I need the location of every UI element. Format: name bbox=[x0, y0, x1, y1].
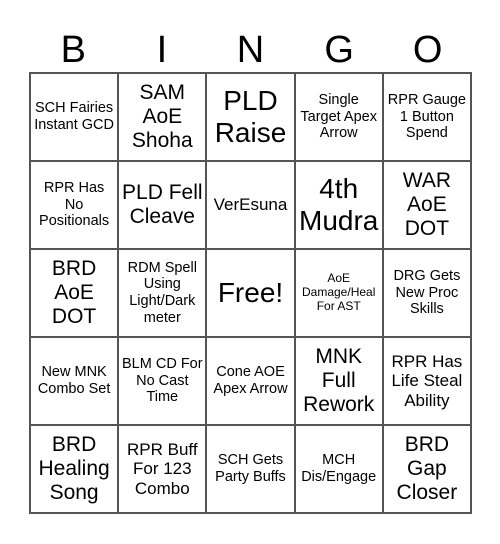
bingo-cell-text: 4th Mudra bbox=[299, 172, 379, 236]
bingo-cell-text: New MNK Combo Set bbox=[37, 364, 111, 397]
bingo-cell[interactable]: BRD AoE DOT bbox=[30, 249, 119, 337]
bingo-cell-text: MNK Full Rework bbox=[303, 344, 375, 417]
header-letter-b: B bbox=[60, 29, 86, 71]
bingo-cell[interactable]: PLD Fell Cleave bbox=[118, 161, 207, 249]
bingo-cell[interactable]: SCH Fairies Instant GCD bbox=[30, 73, 119, 161]
bingo-cell-text: RPR Has Life Steal Ability bbox=[391, 351, 463, 410]
bingo-cell-text: BLM CD For No Cast Time bbox=[122, 355, 203, 406]
bingo-cell[interactable]: BRD Healing Song bbox=[30, 425, 119, 513]
bingo-cell[interactable]: SAM AoE Shoha bbox=[118, 73, 207, 161]
bingo-cell-text: VerEsuna bbox=[213, 195, 288, 215]
bingo-cell-text: RPR Buff For 123 Combo bbox=[127, 439, 198, 498]
bingo-cell-text: Single Target Apex Arrow bbox=[300, 91, 377, 142]
bingo-cell-text: PLD Fell Cleave bbox=[122, 180, 203, 228]
bingo-cell[interactable]: RPR Has Life Steal Ability bbox=[382, 337, 471, 425]
bingo-cell-text: BRD Gap Closer bbox=[396, 432, 458, 505]
bingo-cell-text: RPR Gauge 1 Button Spend bbox=[387, 91, 466, 142]
bingo-cell[interactable]: PLD Raise bbox=[206, 73, 295, 161]
bingo-cell[interactable]: New MNK Combo Set bbox=[30, 337, 119, 425]
bingo-cell[interactable]: 4th Mudra bbox=[294, 161, 383, 249]
bingo-cell[interactable]: Cone AOE Apex Arrow bbox=[206, 337, 295, 425]
bingo-cell-text: RDM Spell Using Light/Dark meter bbox=[127, 259, 197, 326]
bingo-cell-text: MCH Dis/Engage bbox=[301, 452, 377, 485]
bingo-cell[interactable]: RPR Buff For 123 Combo bbox=[118, 425, 207, 513]
bingo-cell[interactable]: RPR Has No Positionals bbox=[30, 161, 119, 249]
bingo-cell[interactable]: BLM CD For No Cast Time bbox=[118, 337, 207, 425]
bingo-cell-text: WAR AoE DOT bbox=[402, 168, 451, 241]
bingo-cell-text: SCH Fairies Instant GCD bbox=[34, 100, 114, 133]
header-letter-n: N bbox=[236, 29, 265, 71]
header-letter-o: O bbox=[412, 29, 443, 71]
bingo-cell[interactable]: AoE Damage/Heal For AST bbox=[294, 249, 383, 337]
bingo-cell[interactable]: VerEsuna bbox=[206, 161, 295, 249]
bingo-cell-text: SCH Gets Party Buffs bbox=[215, 452, 286, 485]
header-letter-g: G bbox=[324, 29, 354, 71]
bingo-card-grid: SCH Fairies Instant GCD SAM AoE Shoha PLD … bbox=[29, 72, 472, 514]
bingo-cell[interactable]: Single Target Apex Arrow bbox=[294, 73, 383, 161]
bingo-cell[interactable]: WAR AoE DOT bbox=[382, 161, 471, 249]
bingo-cell[interactable]: MNK Full Rework bbox=[294, 337, 383, 425]
bingo-cell-text: DRG Gets New Proc Skills bbox=[393, 267, 461, 318]
bingo-cell-text: RPR Has No Positionals bbox=[39, 179, 110, 230]
bingo-cell[interactable]: Free! bbox=[206, 249, 295, 337]
bingo-cell-text: SAM AoE Shoha bbox=[131, 80, 193, 153]
bingo-cell[interactable]: RDM Spell Using Light/Dark meter bbox=[118, 249, 207, 337]
bingo-cell[interactable]: MCH Dis/Engage bbox=[294, 425, 383, 513]
bingo-cell-text: BRD AoE DOT bbox=[51, 256, 97, 329]
bingo-cell-text: Free! bbox=[217, 276, 284, 308]
bingo-cell-text: AoE Damage/Heal For AST bbox=[302, 271, 376, 313]
header-letter-i: I bbox=[156, 29, 168, 71]
bingo-header: B I N G O bbox=[29, 28, 472, 72]
bingo-cell-text: BRD Healing Song bbox=[38, 432, 110, 505]
bingo-cell-text: Cone AOE Apex Arrow bbox=[213, 364, 288, 397]
bingo-cell[interactable]: RPR Gauge 1 Button Spend bbox=[382, 73, 471, 161]
bingo-cell[interactable]: BRD Gap Closer bbox=[382, 425, 471, 513]
bingo-cell[interactable]: DRG Gets New Proc Skills bbox=[382, 249, 471, 337]
bingo-cell[interactable]: SCH Gets Party Buffs bbox=[206, 425, 295, 513]
bingo-cell-text: PLD Raise bbox=[214, 84, 287, 148]
